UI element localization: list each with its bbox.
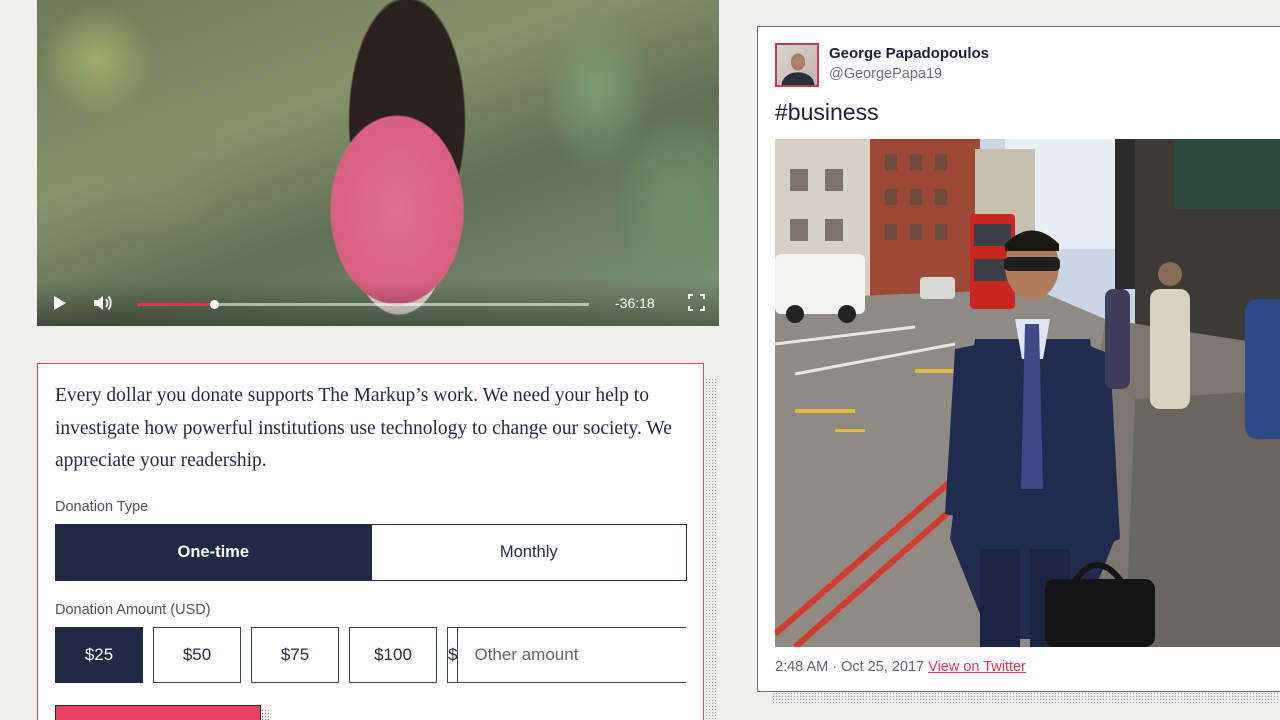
tweet-timestamp: 2:48 AM · Oct 25, 2017 [775,659,929,675]
other-amount-input[interactable] [458,628,696,682]
video-controls: -36:18 [37,280,719,326]
fullscreen-icon[interactable] [688,294,705,311]
play-icon [54,296,66,310]
view-on-twitter-link[interactable]: View on Twitter [928,659,1026,675]
currency-prefix: $ [448,628,459,682]
monthly-button[interactable]: Monthly [370,525,686,580]
amount-50-button[interactable]: $50 [153,627,241,683]
author-handle[interactable]: @GeorgePapa19 [829,66,942,82]
amount-100-button[interactable]: $100 [349,627,437,683]
tweet-card: George Papadopoulos @GeorgePapa19 #busin… [757,26,1280,692]
one-time-button[interactable]: One-time [56,525,371,580]
progress-fill [137,303,214,306]
donate-submit-button[interactable] [55,705,261,720]
other-amount-field: $ [447,627,696,683]
street-photo-illustration [775,139,1280,647]
tweet-meta: 2:48 AM · Oct 25, 2017 View on Twitter [775,659,1026,675]
progress-handle[interactable] [209,300,219,309]
volume-icon [94,295,112,311]
amount-25-button[interactable]: $25 [55,627,143,683]
volume-button[interactable] [85,280,123,326]
amount-75-button[interactable]: $75 [251,627,339,683]
donation-intro-text: Every dollar you donate supports The Mar… [55,385,672,471]
play-button[interactable] [37,280,77,326]
donation-type-toggle: One-time Monthly [55,524,687,581]
avatar[interactable] [775,43,819,87]
tweet-photo[interactable] [775,139,1280,647]
donation-panel: Every dollar you donate supports The Mar… [37,363,704,720]
progress-bar[interactable] [137,300,589,309]
button-shadow [261,709,269,720]
time-remaining: -36:18 [615,295,655,311]
video-player[interactable]: -36:18 [37,0,719,326]
donation-type-label: Donation Type [55,499,149,515]
author-name[interactable]: George Papadopoulos [829,45,989,62]
card-shadow [772,692,1280,704]
tweet-text[interactable]: #business [775,99,879,126]
donation-amount-label: Donation Amount (USD) [55,602,211,618]
panel-shadow [705,378,717,720]
